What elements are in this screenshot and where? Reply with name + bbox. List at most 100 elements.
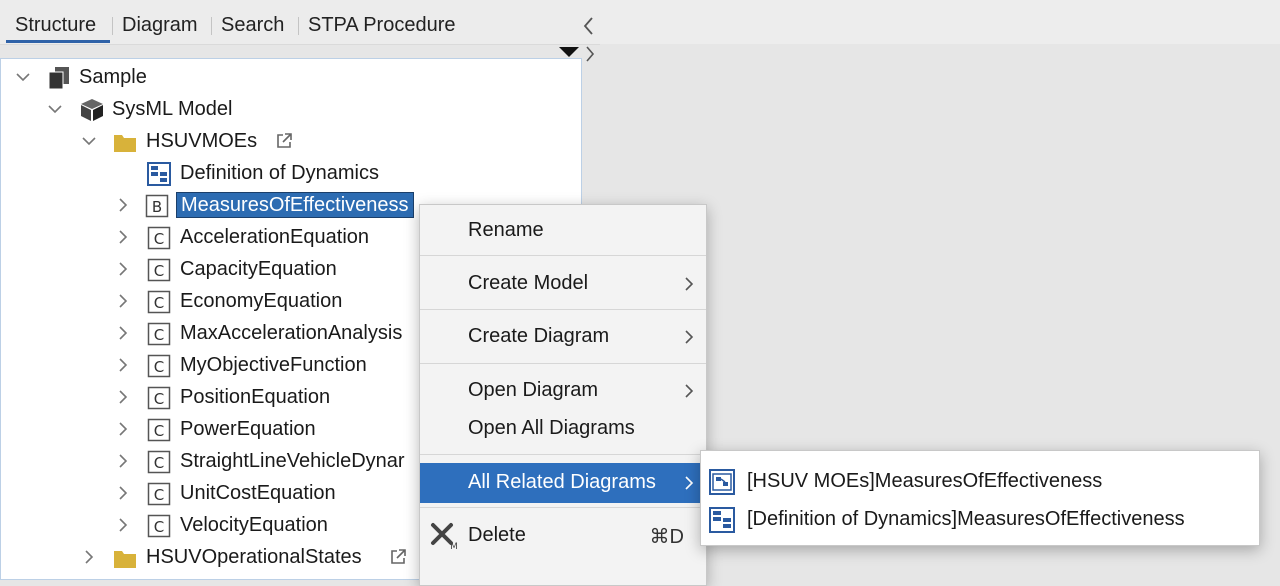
tree-node-label: PowerEquation bbox=[180, 418, 316, 440]
chevron-down-icon[interactable] bbox=[15, 69, 31, 85]
menu-item-label: Delete bbox=[468, 524, 526, 546]
chevron-right-icon[interactable] bbox=[115, 389, 131, 405]
project-icon bbox=[48, 67, 69, 90]
tab-separator bbox=[112, 17, 113, 35]
ibd-diagram-icon bbox=[709, 469, 735, 495]
chevron-right-icon[interactable] bbox=[115, 357, 131, 373]
delete-icon: M bbox=[431, 523, 458, 550]
svg-text:M: M bbox=[450, 542, 458, 550]
shortcut-label: ⌘D bbox=[649, 526, 684, 548]
chevron-right-icon[interactable] bbox=[81, 549, 97, 565]
chevron-right-icon bbox=[685, 476, 694, 490]
folder-icon bbox=[114, 551, 136, 568]
chevron-right-icon bbox=[685, 384, 694, 398]
menu-separator bbox=[420, 309, 706, 310]
constraint-icon: C bbox=[147, 482, 171, 506]
constraint-icon: C bbox=[147, 258, 171, 282]
submenu-item-definition-of-dynamics[interactable]: [Definition of Dynamics]MeasuresOfEffect… bbox=[701, 501, 1259, 539]
menu-item-all-related-diagrams[interactable]: All Related Diagrams bbox=[420, 463, 706, 503]
svg-text:C: C bbox=[154, 486, 164, 504]
chevron-right-icon bbox=[685, 330, 694, 344]
tree-node-label: VelocityEquation bbox=[180, 514, 328, 536]
view-menu-dropdown-icon[interactable] bbox=[558, 46, 580, 58]
chevron-down-icon[interactable] bbox=[81, 133, 97, 149]
tree-node-label: CapacityEquation bbox=[180, 258, 337, 280]
chevron-right-icon[interactable] bbox=[115, 485, 131, 501]
tree-node-label: StraightLineVehicleDynar bbox=[180, 450, 405, 472]
menu-item-delete[interactable]: M Delete ⌘D bbox=[420, 516, 706, 556]
tab-structure[interactable]: Structure bbox=[15, 14, 96, 37]
constraint-icon: C bbox=[147, 418, 171, 442]
chevron-right-icon[interactable] bbox=[115, 197, 131, 213]
constraint-icon: C bbox=[147, 386, 171, 410]
svg-text:C: C bbox=[154, 230, 164, 248]
chevron-right-icon[interactable] bbox=[115, 517, 131, 533]
tab-stpa-procedure[interactable]: STPA Procedure bbox=[308, 14, 455, 37]
svg-text:C: C bbox=[154, 422, 164, 440]
constraint-icon: C bbox=[147, 514, 171, 538]
tree-node-definition-of-dynamics[interactable]: Definition of Dynamics bbox=[1, 159, 581, 189]
menu-item-label: All Related Diagrams bbox=[468, 471, 656, 493]
svg-text:C: C bbox=[154, 262, 164, 280]
tree-node-hsuvmoes[interactable]: HSUVMOEs bbox=[1, 127, 581, 157]
context-menu: Rename Create Model Create Diagram Open … bbox=[419, 204, 707, 586]
tree-node-sysml-model[interactable]: SysML Model bbox=[1, 95, 581, 125]
chevron-right-icon[interactable] bbox=[115, 229, 131, 245]
tree-node-label: MyObjectiveFunction bbox=[180, 354, 367, 376]
svg-text:C: C bbox=[154, 454, 164, 472]
menu-item-open-diagram[interactable]: Open Diagram bbox=[420, 371, 706, 411]
chevron-right-icon[interactable] bbox=[115, 421, 131, 437]
menu-item-label: Create Model bbox=[468, 272, 589, 294]
tree-node-label: Sample bbox=[79, 66, 147, 88]
menu-item-label: Rename bbox=[468, 219, 544, 241]
svg-text:C: C bbox=[154, 294, 164, 312]
tab-search[interactable]: Search bbox=[221, 14, 284, 37]
chevron-down-icon[interactable] bbox=[47, 101, 63, 117]
tree-node-label: MeasuresOfEffectiveness bbox=[176, 192, 414, 218]
view-tabs: Structure Diagram Search STPA Procedure bbox=[0, 0, 600, 45]
tree-node-label: MaxAccelerationAnalysis bbox=[180, 322, 403, 344]
submenu-item-label: [HSUV MOEs]MeasuresOfEffectiveness bbox=[747, 470, 1103, 492]
svg-text:C: C bbox=[154, 518, 164, 536]
block-icon: B bbox=[145, 194, 169, 218]
tree-node-label: HSUVOperationalStates bbox=[146, 546, 362, 568]
related-diagrams-submenu: [HSUV MOEs]MeasuresOfEffectiveness [Defi… bbox=[700, 450, 1260, 546]
menu-separator bbox=[420, 454, 706, 455]
svg-text:C: C bbox=[154, 326, 164, 344]
tab-separator bbox=[211, 17, 212, 35]
chevron-right-icon[interactable] bbox=[115, 261, 131, 277]
chevron-left-icon[interactable] bbox=[582, 16, 594, 36]
menu-item-rename[interactable]: Rename bbox=[420, 211, 706, 251]
chevron-right-icon[interactable] bbox=[584, 45, 596, 63]
diagram-icon bbox=[147, 162, 171, 186]
menu-separator bbox=[420, 255, 706, 256]
chevron-right-icon[interactable] bbox=[115, 453, 131, 469]
chevron-right-icon bbox=[685, 277, 694, 291]
external-link-icon[interactable] bbox=[275, 132, 293, 150]
menu-separator bbox=[420, 507, 706, 508]
menu-item-open-all-diagrams[interactable]: Open All Diagrams bbox=[420, 409, 706, 449]
tree-node-label: HSUVMOEs bbox=[146, 130, 258, 152]
menu-item-create-diagram[interactable]: Create Diagram bbox=[420, 317, 706, 357]
tab-separator bbox=[298, 17, 299, 35]
chevron-right-icon[interactable] bbox=[115, 293, 131, 309]
tree-node-label: PositionEquation bbox=[180, 386, 331, 408]
tree-node-sample[interactable]: Sample bbox=[1, 63, 581, 93]
constraint-icon: C bbox=[147, 322, 171, 346]
tree-node-label: Definition of Dynamics bbox=[180, 162, 379, 184]
constraint-icon: C bbox=[147, 450, 171, 474]
tree-node-label: AccelerationEquation bbox=[180, 226, 370, 248]
menu-separator bbox=[420, 363, 706, 364]
tab-diagram[interactable]: Diagram bbox=[122, 14, 198, 37]
active-tab-indicator bbox=[6, 40, 110, 43]
model-cube-icon bbox=[81, 99, 103, 121]
external-link-icon[interactable] bbox=[389, 548, 407, 566]
tree-node-label: EconomyEquation bbox=[180, 290, 343, 312]
menu-item-label: Create Diagram bbox=[468, 325, 610, 347]
chevron-right-icon[interactable] bbox=[115, 325, 131, 341]
tree-node-label: SysML Model bbox=[112, 98, 233, 120]
constraint-icon: C bbox=[147, 226, 171, 250]
menu-item-create-model[interactable]: Create Model bbox=[420, 264, 706, 304]
submenu-item-label: [Definition of Dynamics]MeasuresOfEffect… bbox=[747, 508, 1185, 530]
submenu-item-hsuv-moes[interactable]: [HSUV MOEs]MeasuresOfEffectiveness bbox=[701, 463, 1259, 501]
